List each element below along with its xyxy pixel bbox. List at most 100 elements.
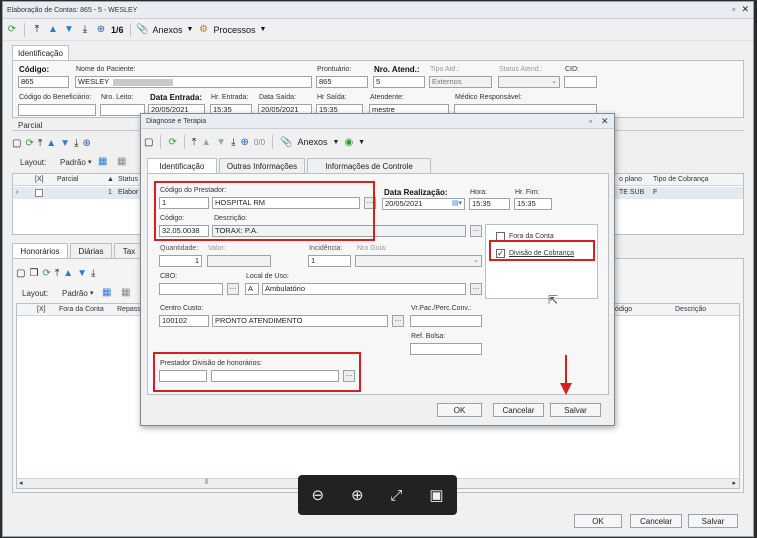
grid-layout-icon[interactable]: ▦ [98, 156, 107, 167]
calendar-icon[interactable]: ▤▾ [452, 199, 462, 209]
quantidade-field[interactable]: 1 [159, 255, 202, 267]
col-descricao[interactable]: Descrição [675, 306, 706, 313]
refresh-icon[interactable]: ⟳ [6, 24, 18, 36]
prev-record-icon[interactable]: ▲ [63, 268, 73, 279]
hr-fim-field[interactable]: 15:35 [514, 198, 552, 210]
codigo-field[interactable]: 865 [18, 76, 69, 88]
local-uso-lookup-button[interactable]: … [470, 283, 482, 295]
centro-custo-field[interactable]: PRONTO ATENDIMENTO [212, 315, 388, 327]
col-fora-conta[interactable]: Fora da Conta [59, 306, 104, 313]
col-parcial[interactable]: Parcial [57, 176, 78, 183]
nome-paciente-field[interactable]: WESLEY [75, 76, 312, 88]
chevron-down-icon[interactable]: ▼ [358, 139, 365, 146]
col-repasse[interactable]: Repass [117, 306, 141, 313]
col-plano[interactable]: o plano [619, 176, 642, 183]
main-ok-button[interactable]: OK [574, 514, 622, 528]
refresh-icon[interactable]: ⟳ [168, 137, 176, 148]
col-x[interactable]: [X] [37, 306, 46, 313]
nro-leito-field[interactable] [100, 104, 145, 116]
local-uso-field[interactable]: Ambulatório [262, 283, 466, 295]
new-icon[interactable]: ▢ [16, 268, 25, 279]
close-icon[interactable]: ✕ [741, 4, 749, 15]
refresh-icon[interactable]: ⟳ [42, 268, 50, 279]
zoom-in-icon[interactable]: ⊕ [351, 486, 364, 504]
first-record-icon[interactable]: ⤒ [38, 138, 42, 149]
next-record-icon[interactable]: ▼ [77, 268, 87, 279]
refresh-icon[interactable]: ⟳ [25, 138, 33, 149]
table-row[interactable]: TE SUB F [615, 187, 743, 199]
valor-field[interactable] [207, 255, 271, 267]
vr-pac-field[interactable] [410, 315, 482, 327]
chevron-down-icon[interactable]: ▼ [333, 139, 340, 146]
grid-settings-icon[interactable]: ▦ [117, 156, 126, 167]
tab-honorarios[interactable]: Honorários [12, 243, 68, 258]
padrao-dropdown[interactable]: Padrão [60, 158, 86, 167]
zoom-out-icon[interactable]: ⊖ [311, 486, 324, 504]
slideshow-icon[interactable]: ▣ [429, 486, 443, 504]
new-icon[interactable]: ▢ [144, 137, 153, 148]
copy-icon[interactable]: ❐ [29, 268, 38, 279]
first-record-icon[interactable]: ⤒ [31, 24, 43, 36]
cod-beneficiario-field[interactable] [18, 104, 96, 116]
prev-record-icon[interactable]: ▲ [46, 138, 56, 149]
close-icon[interactable]: ✕ [601, 116, 609, 127]
globe-icon[interactable]: ◉ [344, 137, 353, 148]
cid-field[interactable] [564, 76, 597, 88]
cbo-lookup-button[interactable]: … [227, 283, 239, 295]
chevron-down-icon[interactable]: ▾ [90, 289, 94, 297]
cbo-field[interactable] [159, 283, 223, 295]
last-record-icon[interactable]: ⤓ [74, 138, 78, 149]
chevron-down-icon[interactable]: ▼ [260, 26, 267, 33]
col-status[interactable]: Status [118, 176, 138, 183]
binoculars-icon[interactable]: ⊕ [241, 137, 249, 148]
grid-settings-icon[interactable]: ▦ [121, 287, 130, 298]
main-cancelar-button[interactable]: Cancelar [630, 514, 682, 528]
grid-layout-icon[interactable]: ▦ [102, 287, 111, 298]
scroll-left-icon[interactable]: ◂ [19, 479, 23, 487]
status-atend-select[interactable]: ⌄ [498, 76, 560, 88]
fit-screen-icon[interactable]: ⤢ [390, 487, 402, 504]
dialog-tab-informacoes-controle[interactable]: Informações de Controle [307, 158, 431, 173]
last-record-icon[interactable]: ⤓ [79, 24, 91, 36]
dialog-tab-identificacao[interactable]: Identificação [147, 158, 217, 173]
col-codigo[interactable]: ódigo [615, 306, 632, 313]
prev-record-icon[interactable]: ▲ [201, 137, 211, 148]
restore-icon[interactable]: ▫ [732, 4, 735, 15]
restore-icon[interactable]: ▫ [589, 116, 592, 126]
centro-custo-lookup-button[interactable]: … [392, 315, 404, 327]
nro-atend-field[interactable]: 5 [373, 76, 425, 88]
local-uso-code[interactable]: A [245, 283, 259, 295]
chevron-down-icon[interactable]: ▼ [187, 26, 194, 33]
centro-custo-code[interactable]: 100102 [159, 315, 209, 327]
padrao-dropdown[interactable]: Padrão [62, 289, 88, 298]
tipo-atd-select[interactable]: Externos [429, 76, 492, 88]
anexos-menu[interactable]: Anexos [297, 137, 327, 147]
scroll-grip-icon[interactable]: ⦀ [205, 479, 208, 487]
binoculars-icon[interactable]: ⊕ [83, 138, 91, 149]
tab-identificacao[interactable]: Identificação [12, 45, 69, 60]
next-record-icon[interactable]: ▼ [60, 138, 70, 149]
dialog-cancelar-button[interactable]: Cancelar [493, 403, 544, 417]
incidencia-field[interactable]: 1 [308, 255, 351, 267]
main-salvar-button[interactable]: Salvar [688, 514, 738, 528]
dialog-ok-button[interactable]: OK [437, 403, 482, 417]
tab-diarias[interactable]: Diárias [70, 243, 112, 258]
prontuario-field[interactable]: 865 [316, 76, 368, 88]
anexos-menu[interactable]: Anexos [153, 25, 183, 35]
ref-bolsa-field[interactable] [410, 343, 482, 355]
col-x[interactable]: [X] [35, 176, 44, 183]
next-record-icon[interactable]: ▼ [63, 24, 75, 36]
col-tipo-cobranca[interactable]: Tipo de Cobrança [653, 176, 708, 183]
new-icon[interactable]: ▢ [12, 138, 21, 149]
row-checkbox[interactable] [35, 189, 43, 197]
last-record-icon[interactable]: ⤓ [231, 137, 235, 148]
dialog-salvar-button[interactable]: Salvar [550, 403, 601, 417]
table-row[interactable]: › 1 Elabor [13, 187, 141, 199]
descricao-lookup-button[interactable]: … [470, 225, 482, 237]
first-record-icon[interactable]: ⤒ [192, 137, 196, 148]
last-record-icon[interactable]: ⤓ [91, 268, 95, 279]
dialog-tab-outras-informacoes[interactable]: Outras Informações [219, 158, 305, 173]
hora-field[interactable]: 15:35 [469, 198, 510, 210]
prev-record-icon[interactable]: ▲ [47, 24, 59, 36]
nro-guia-select[interactable]: ⌄ [355, 255, 482, 267]
